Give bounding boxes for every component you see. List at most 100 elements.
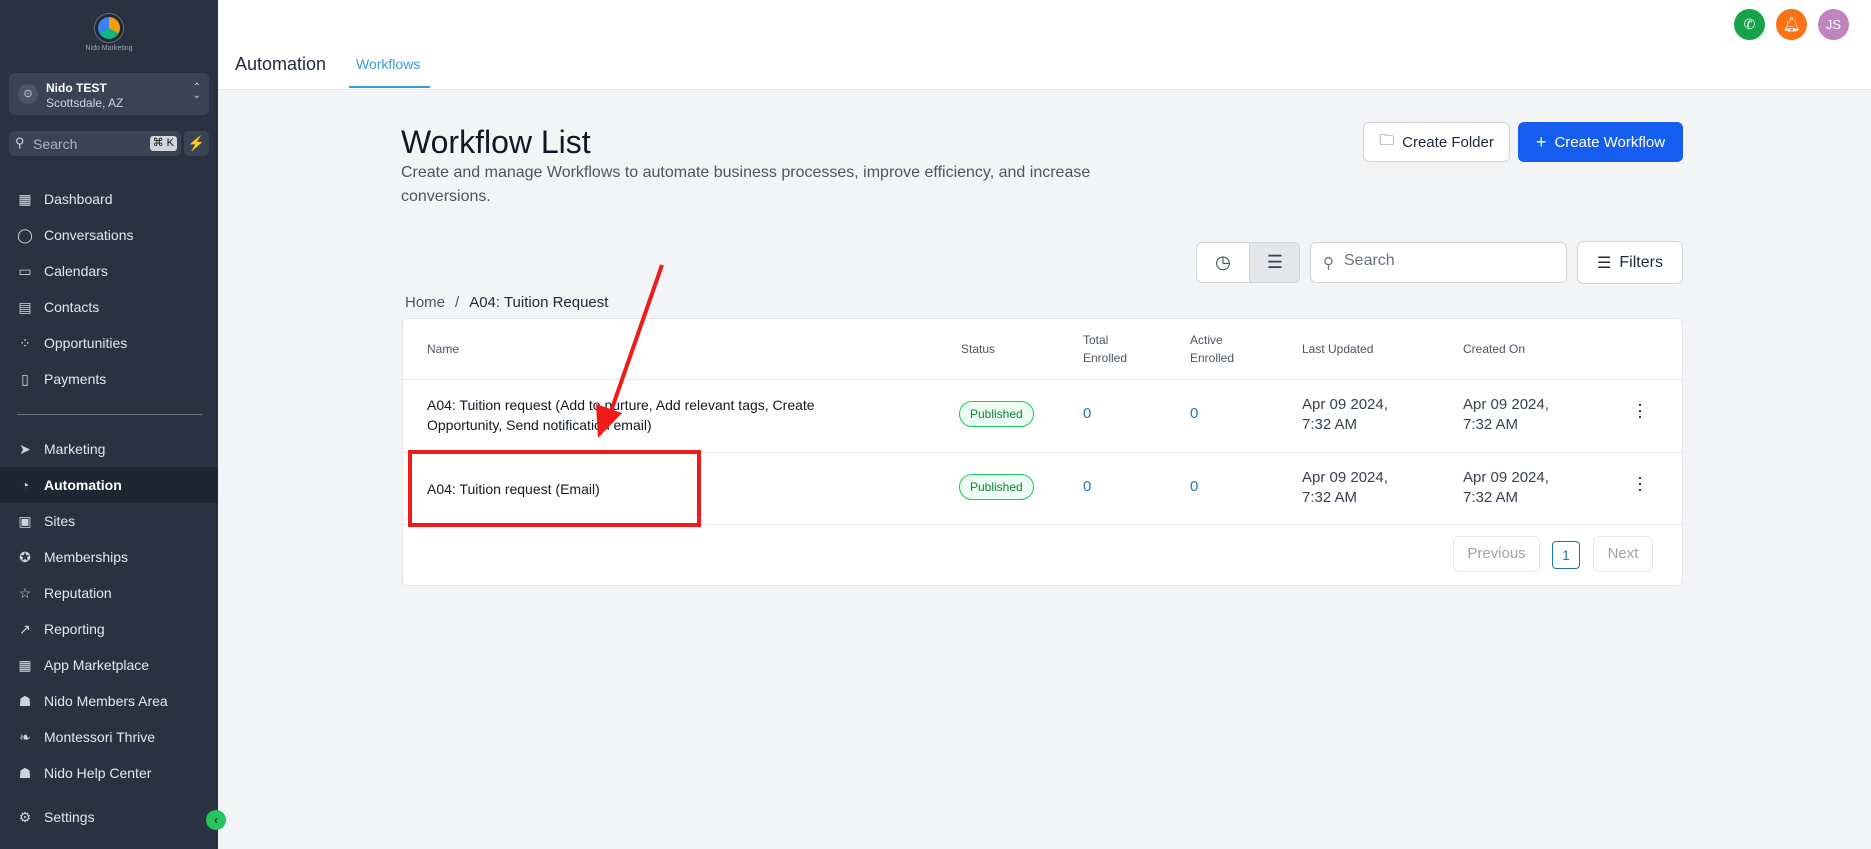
breadcrumb-separator: / — [455, 294, 460, 311]
gear-icon: ⚙ — [18, 809, 32, 825]
sidebar-collapse-button[interactable]: ‹ — [206, 810, 226, 830]
column-header-total-enrolled[interactable]: Total Enrolled — [1083, 331, 1127, 367]
create-folder-button[interactable]: 🗀︎ Create Folder — [1363, 122, 1510, 162]
filters-button[interactable]: ☰ Filters — [1577, 241, 1683, 284]
sidebar-item-label: App Marketplace — [44, 657, 150, 673]
row-menu-kebab-icon[interactable]: · · · — [1630, 395, 1650, 425]
sidebar-item-automation[interactable]: ◔ Automation — [0, 467, 218, 503]
sidebar-item-contacts[interactable]: ▤ Contacts — [0, 289, 218, 325]
sidebar-item-calendars[interactable]: ▭ Calendars — [0, 253, 218, 289]
filters-label: Filters — [1619, 253, 1663, 271]
location-pin-icon: ⊙ — [18, 84, 38, 104]
sidebar-item-label: Nido Help Center — [44, 765, 152, 781]
created-on-value: Apr 09 2024, 7:32 AM — [1463, 395, 1549, 435]
row-menu-kebab-icon[interactable]: · · · — [1630, 468, 1650, 498]
sidebar-item-label: Conversations — [44, 227, 134, 243]
view-toggle: ◷ ☰ — [1196, 242, 1300, 283]
sites-icon: ▣ — [18, 513, 32, 529]
contacts-icon: ▤ — [18, 299, 32, 315]
sidebar-item-dashboard[interactable]: ▦ Dashboard — [0, 181, 218, 217]
recent-view-button[interactable]: ◷ — [1197, 243, 1249, 282]
total-enrolled-value[interactable]: 0 — [1083, 478, 1091, 495]
sidebar-item-marketing[interactable]: ➤ Marketing — [0, 431, 218, 467]
list-view-button[interactable]: ☰ — [1249, 243, 1299, 282]
top-header: Automation Workflows ✆ 🔔︎ JS — [218, 0, 1871, 90]
sidebar-item-app-marketplace[interactable]: ▦ App Marketplace — [0, 647, 218, 683]
status-badge: Published — [959, 401, 1034, 427]
column-header-name[interactable]: Name — [427, 340, 459, 358]
tab-underline — [349, 86, 430, 88]
sidebar-item-payments[interactable]: ▯ Payments — [0, 361, 218, 397]
sidebar: Nido Marketing ⊙ Nido TEST Scottsdale, A… — [0, 0, 226, 849]
sidebar-item-label: Montessori Thrive — [44, 729, 156, 745]
automation-icon: ◔ — [20, 477, 30, 493]
column-header-created-on[interactable]: Created On — [1463, 340, 1525, 358]
notifications-button[interactable]: 🔔︎ — [1776, 9, 1807, 40]
created-time: 7:32 AM — [1463, 489, 1519, 506]
column-header-status[interactable]: Status — [961, 340, 995, 358]
last-updated-time: 7:32 AM — [1302, 416, 1358, 433]
sidebar-item-label: Nido Members Area — [44, 693, 168, 709]
sidebar-item-label: Automation — [44, 477, 122, 493]
total-enrolled-value[interactable]: 0 — [1083, 405, 1091, 422]
phone-icon: ✆ — [1743, 16, 1756, 32]
created-date: Apr 09 2024, — [1463, 469, 1549, 486]
page-title: Workflow List — [401, 124, 591, 160]
sidebar-item-memberships[interactable]: ✪ Memberships — [0, 539, 218, 575]
brand-logo[interactable]: Nido Marketing — [80, 14, 138, 58]
sidebar-item-reputation[interactable]: ☆ Reputation — [0, 575, 218, 611]
sidebar-item-label: Opportunities — [44, 335, 128, 351]
workflow-search-input[interactable] — [1344, 252, 1554, 270]
chevron-updown-icon: ⌃ ⌄ — [192, 82, 201, 101]
sidebar-item-reporting[interactable]: ↗ Reporting — [0, 611, 218, 647]
sidebar-item-label: Memberships — [44, 549, 129, 565]
last-updated-time: 7:32 AM — [1302, 489, 1358, 506]
row-divider — [403, 379, 1682, 380]
account-switcher[interactable]: ⊙ Nido TEST Scottsdale, AZ ⌃ ⌄ — [9, 73, 209, 115]
search-icon: ⚲ — [15, 135, 25, 150]
logo-mark-icon — [95, 14, 123, 42]
column-header-last-updated[interactable]: Last Updated — [1302, 340, 1373, 358]
leaf-icon: ❧ — [19, 729, 31, 745]
sidebar-item-settings[interactable]: ⚙ Settings — [0, 799, 218, 835]
sidebar-item-sites[interactable]: ▣ Sites — [0, 503, 218, 539]
column-header-active-enrolled[interactable]: Active Enrolled — [1190, 331, 1234, 367]
active-enrolled-value[interactable]: 0 — [1190, 405, 1198, 422]
created-time: 7:32 AM — [1463, 416, 1519, 433]
sidebar-item-nido-help-center[interactable]: ☗ Nido Help Center — [0, 755, 218, 791]
sidebar-item-label: Settings — [44, 809, 95, 825]
create-workflow-button[interactable]: + Create Workflow — [1518, 122, 1683, 162]
previous-page-button[interactable]: Previous — [1453, 536, 1540, 572]
annotation-highlight-box — [408, 450, 701, 527]
avatar[interactable]: JS — [1818, 9, 1849, 40]
column-header-active-line2: Enrolled — [1190, 351, 1235, 365]
status-badge: Published — [959, 474, 1034, 500]
active-enrolled-value[interactable]: 0 — [1190, 478, 1198, 495]
workflow-name-link[interactable]: A04: Tuition request (Add to nurture, Ad… — [427, 395, 887, 435]
sidebar-item-label: Contacts — [44, 299, 100, 315]
header-title: Automation — [235, 54, 327, 74]
page-number-button[interactable]: 1 — [1552, 541, 1580, 569]
sidebar-search[interactable]: ⚲ Search ⌘ K — [9, 131, 181, 156]
quick-action-bolt-icon[interactable]: ⚡ — [184, 131, 209, 156]
create-folder-label: Create Folder — [1402, 133, 1494, 151]
logo-text: Nido Marketing — [85, 45, 133, 52]
created-on-value: Apr 09 2024, 7:32 AM — [1463, 468, 1549, 508]
sidebar-search-placeholder: Search — [33, 136, 78, 152]
column-header-active-line1: Active — [1190, 333, 1223, 347]
column-header-total-line2: Enrolled — [1083, 351, 1128, 365]
send-icon: ➤ — [19, 441, 31, 457]
page-description: Create and manage Workflows to automate … — [401, 164, 1091, 205]
next-page-button[interactable]: Next — [1593, 536, 1653, 572]
sidebar-item-nido-members-area[interactable]: ☗ Nido Members Area — [0, 683, 218, 719]
breadcrumb: Home / A04: Tuition Request — [405, 294, 608, 311]
shortcut-badge: ⌘ K — [149, 136, 177, 151]
last-updated-value: Apr 09 2024, 7:32 AM — [1302, 395, 1388, 435]
sidebar-item-opportunities[interactable]: ⁘ Opportunities — [0, 325, 218, 361]
phone-button[interactable]: ✆ — [1734, 9, 1765, 40]
opportunities-icon: ⁘ — [19, 335, 31, 351]
sidebar-item-montessori-thrive[interactable]: ❧ Montessori Thrive — [0, 719, 218, 755]
sidebar-item-conversations[interactable]: ◯ Conversations — [0, 217, 218, 253]
tab-workflows[interactable]: Workflows — [356, 56, 420, 72]
breadcrumb-home[interactable]: Home — [405, 294, 445, 311]
